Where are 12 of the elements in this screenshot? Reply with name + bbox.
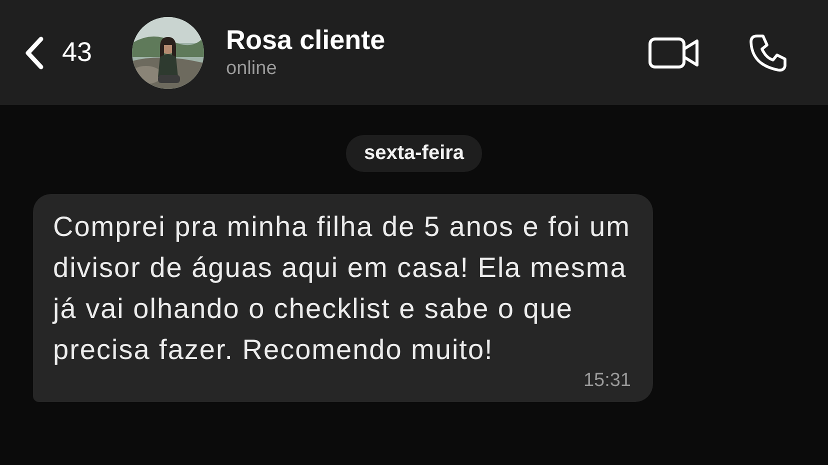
video-call-button[interactable] (648, 36, 700, 70)
message-text: Comprei pra minha filha de 5 anos e foi um divisor de águas aqui em casa! Ela mesma já vai olhando o checklist e sabe o que precisa fazer. Recomendo muito! (53, 210, 631, 367)
message-time: 15:31 (583, 370, 631, 392)
phone-icon (748, 32, 788, 72)
date-separator: sexta-feira (346, 135, 482, 172)
contact-status: online (226, 58, 278, 80)
voice-call-button[interactable] (748, 32, 788, 72)
contact-name: Rosa cliente (226, 25, 386, 56)
back-chevron-icon (24, 36, 44, 70)
back-button[interactable]: 43 (24, 36, 92, 70)
unread-count: 43 (62, 37, 92, 68)
video-camera-icon (648, 36, 700, 70)
